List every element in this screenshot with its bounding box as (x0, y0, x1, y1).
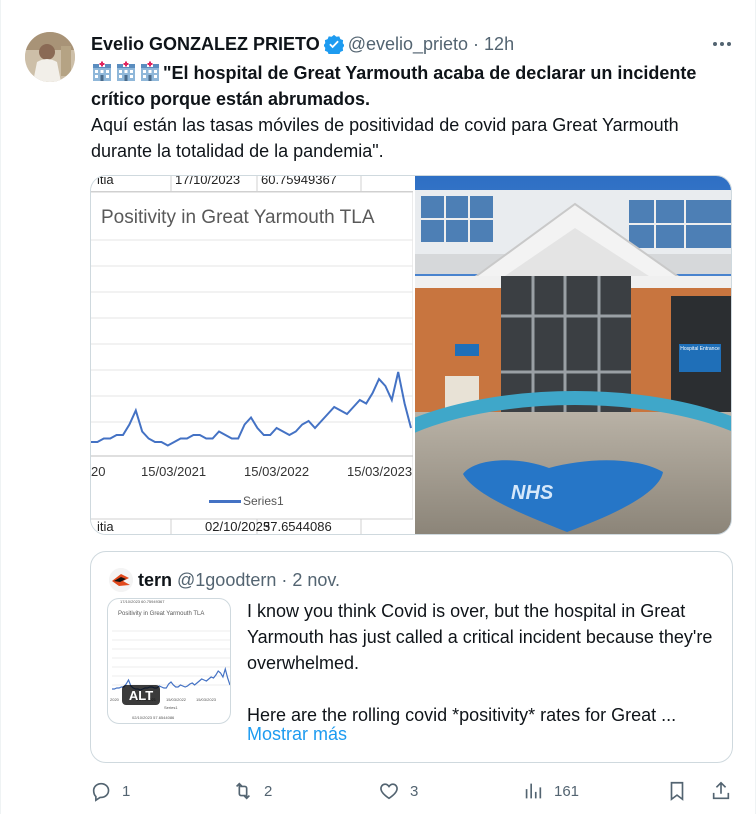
quote-time[interactable]: 2 nov. (292, 570, 340, 591)
entrance-sign: Hospital Entrance (680, 346, 720, 352)
series-line-series1 (91, 371, 412, 447)
quote-header: tern @1goodtern · 2 nov. (138, 568, 340, 592)
quote-chart-thumbnail[interactable]: 17/10/2023 60.75949367 Positivity in Gre… (107, 598, 231, 724)
more-options-icon[interactable] (707, 32, 737, 56)
heart-icon (380, 783, 398, 800)
tweet-text: "El hospital de Great Yarmouth acaba de … (91, 60, 741, 164)
quoted-tweet[interactable]: tern @1goodtern · 2 nov. 17/10/2023 60.7… (90, 551, 733, 763)
legend-swatch (209, 499, 241, 503)
thumb-tick: 15/03/2023 (196, 697, 217, 702)
hospital-emoji-icon (115, 60, 137, 82)
quote-text-paragraph-1: I know you think Covid is over, but the … (247, 601, 713, 673)
reply-count: 1 (122, 782, 131, 800)
quote-text: I know you think Covid is over, but the … (247, 598, 717, 728)
chart-plot (91, 239, 413, 457)
reply-button[interactable]: 1 (90, 778, 130, 804)
action-bar: 1 2 3 161 (90, 778, 740, 804)
author-name[interactable]: Evelio GONZALEZ PRIETO (91, 34, 320, 55)
thumb-legend: Series1 (164, 705, 178, 710)
bookmark-icon (670, 781, 684, 801)
x-tick-label: 20 (91, 464, 106, 479)
x-tick-label: 15/03/2021 (141, 464, 207, 479)
chart-image[interactable]: itia 17/10/2023 60.75949367 Positivity i… (91, 176, 413, 534)
sheet-row-bottom: itia 02/10/2023 57.6544086 (91, 519, 413, 534)
hospital-emoji-icon (139, 60, 161, 82)
sheet-cell: itia (97, 519, 114, 534)
quote-author-avatar[interactable] (109, 568, 133, 592)
tweet-bold-text: "El hospital de Great Yarmouth acaba de … (91, 63, 697, 109)
repost-icon (235, 782, 251, 800)
post-time[interactable]: 12h (484, 34, 514, 55)
quote-author-handle[interactable]: @1goodtern (177, 570, 276, 591)
views-icon (525, 783, 542, 799)
tweet-header: Evelio GONZALEZ PRIETO @evelio_prieto · … (91, 32, 514, 56)
like-button[interactable]: 3 (378, 778, 418, 804)
repost-button[interactable]: 2 (232, 778, 272, 804)
hospital-photo[interactable]: NHS Hospital Entrance (415, 176, 731, 534)
verified-badge-icon[interactable] (323, 34, 345, 56)
quote-separator: · (281, 569, 288, 590)
view-count: 161 (554, 782, 580, 800)
author-handle[interactable]: @evelio_prieto (348, 34, 468, 55)
share-button[interactable] (710, 778, 742, 804)
quote-author-name[interactable]: tern (138, 570, 172, 591)
sheet-cell: 57.6544086 (263, 519, 332, 534)
nhs-logo: NHS (511, 482, 554, 504)
repost-count: 2 (264, 782, 273, 800)
tweet[interactable]: Evelio GONZALEZ PRIETO @evelio_prieto · … (0, 0, 756, 814)
header-separator: · (473, 33, 480, 54)
share-icon (712, 781, 730, 800)
like-count: 3 (410, 782, 419, 800)
alt-badge[interactable]: ALT (122, 685, 160, 705)
views-button[interactable]: 161 (522, 778, 579, 804)
thumb-tick: 2020 (110, 697, 119, 702)
show-more-link[interactable]: Mostrar más (247, 724, 347, 745)
sheet-cell: 02/10/2023 (205, 519, 271, 534)
media-grid[interactable]: itia 17/10/2023 60.75949367 Positivity i… (90, 175, 732, 535)
x-tick-label: 15/03/2022 (244, 464, 310, 479)
chart-legend: Series1 (209, 494, 284, 508)
bookmark-button[interactable] (666, 778, 698, 804)
x-tick-label: 15/03/2023 (347, 464, 413, 479)
thumb-sheet-bottom: 02/10/2023 57.6544086 (132, 715, 175, 720)
reply-icon (92, 782, 110, 802)
thumb-tick: 15/03/2022 (166, 697, 187, 702)
tweet-body-text: Aquí están las tasas móviles de positivi… (91, 115, 679, 161)
author-avatar[interactable] (25, 32, 75, 82)
hospital-emoji-icon (91, 60, 113, 82)
legend-label: Series1 (243, 494, 284, 508)
